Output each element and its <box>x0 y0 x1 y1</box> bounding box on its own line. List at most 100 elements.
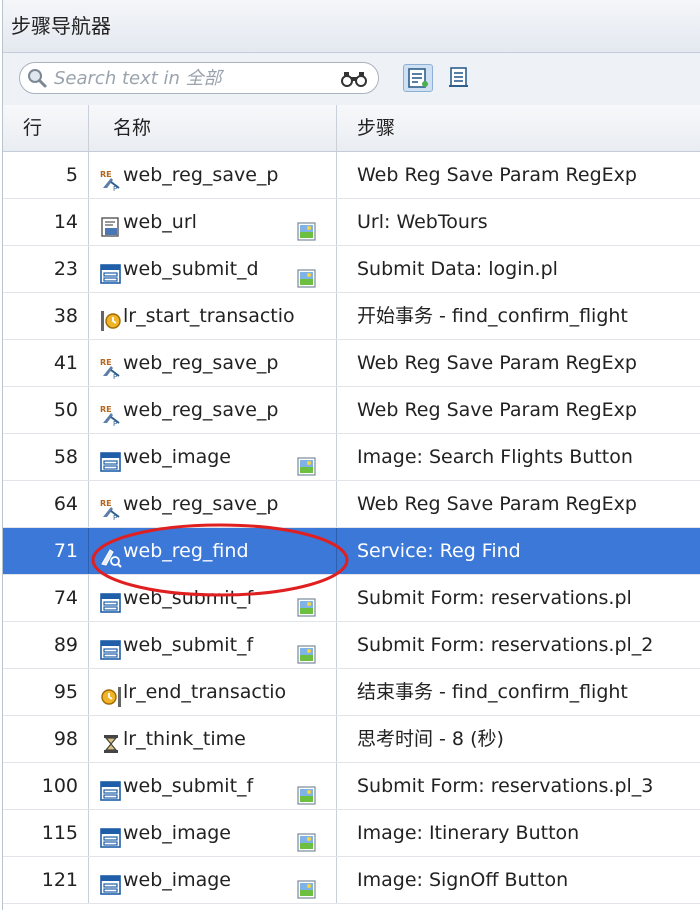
table-row[interactable]: 38 lr_start_transactio 开始事务 - find_confirm… <box>3 293 700 340</box>
column-header-line[interactable]: 行 <box>3 105 89 151</box>
table-row[interactable]: 64 RE Pweb_reg_save_p Web Reg Save Param Re… <box>3 481 700 528</box>
table-body: 5 RE Pweb_reg_save_p Web Reg Save Param Reg… <box>3 152 700 904</box>
row-step: Submit Form: reservations.pl_3 <box>357 775 654 797</box>
form-icon <box>99 257 123 284</box>
row-line-number: 50 <box>3 387 89 433</box>
end-transaction-icon <box>99 680 123 707</box>
form-icon <box>99 821 123 848</box>
table-row[interactable]: 98 lr_think_time 思考时间 - 8 (秒) <box>3 716 700 763</box>
row-line-number: 64 <box>3 481 89 527</box>
step-view-icon <box>408 68 428 88</box>
step-navigator-panel: 步骤导航器 Search text in 全部 行 名称 步骤 5 RE P w… <box>2 0 700 910</box>
row-line-number: 14 <box>3 199 89 245</box>
row-name: web_reg_save_p <box>123 493 279 515</box>
row-step: Image: Search Flights Button <box>357 446 633 468</box>
row-line-number: 38 <box>3 293 89 339</box>
row-name-cell: RE Pweb_reg_save_p <box>89 340 337 386</box>
row-name: web_image <box>123 446 231 468</box>
form-icon <box>99 633 123 660</box>
row-step: Image: Itinerary Button <box>357 822 580 844</box>
row-name-cell: RE Pweb_reg_save_p <box>89 152 337 198</box>
svg-text:RE: RE <box>100 499 112 508</box>
column-header-step[interactable]: 步骤 <box>337 105 700 151</box>
table-row[interactable]: 50 RE Pweb_reg_save_p Web Reg Save Param Re… <box>3 387 700 434</box>
table-row[interactable]: 23 web_submit_d Submit Data: login.pl <box>3 246 700 293</box>
svg-text:P: P <box>113 373 117 380</box>
row-name: web_reg_save_p <box>123 164 279 186</box>
table-row[interactable]: 71 web_reg_find Service: Reg Find <box>3 528 700 575</box>
row-name-cell: web_image <box>89 434 337 480</box>
toolbar <box>3 53 700 106</box>
table-row[interactable]: 58 web_image Image: Search Flights Button <box>3 434 700 481</box>
list-view-button[interactable] <box>445 64 475 92</box>
binoculars-icon[interactable] <box>340 69 368 89</box>
row-name-cell: RE Pweb_reg_save_p <box>89 387 337 433</box>
table-row[interactable]: 41 RE Pweb_reg_save_p Web Reg Save Param Re… <box>3 340 700 387</box>
start-transaction-icon <box>99 304 123 331</box>
reg-save-icon: RE P <box>99 163 123 193</box>
table-row[interactable]: 121 web_image Image: SignOff Button <box>3 857 700 904</box>
table-row[interactable]: 95 lr_end_transactio 结束事务 - find_confirm_f… <box>3 669 700 716</box>
row-step: Web Reg Save Param RegExp <box>357 399 637 421</box>
row-name: web_url <box>123 211 197 233</box>
row-step: Image: SignOff Button <box>357 869 569 891</box>
column-header-name[interactable]: 名称 <box>89 105 337 151</box>
row-step: Submit Data: login.pl <box>357 258 558 280</box>
table-row[interactable]: 89 web_submit_f Submit Form: reservations.… <box>3 622 700 669</box>
row-name-cell: web_submit_f <box>89 622 337 668</box>
resource-image-icon <box>297 777 317 805</box>
row-name-cell: web_submit_f <box>89 763 337 809</box>
table-row[interactable]: 14 web_url Url: WebTours <box>3 199 700 246</box>
form-icon <box>99 868 123 895</box>
row-name: web_image <box>123 869 231 891</box>
svg-text:P: P <box>113 185 117 192</box>
row-step: Submit Form: reservations.pl <box>357 587 632 609</box>
table-row[interactable]: 100 web_submit_f Submit Form: reservations… <box>3 763 700 810</box>
table-row[interactable]: 74 web_submit_f Submit Form: reservations.… <box>3 575 700 622</box>
table-row[interactable]: 5 RE Pweb_reg_save_p Web Reg Save Param Reg… <box>3 152 700 199</box>
row-line-number: 58 <box>3 434 89 480</box>
resource-image-icon <box>297 871 317 899</box>
svg-text:RE: RE <box>100 170 112 179</box>
row-step: 思考时间 - 8 (秒) <box>357 728 504 750</box>
row-line-number: 89 <box>3 622 89 668</box>
row-line-number: 41 <box>3 340 89 386</box>
row-name-cell: lr_think_time <box>89 716 337 762</box>
svg-text:P: P <box>113 514 117 521</box>
resource-image-icon <box>297 824 317 852</box>
table-row[interactable]: 115 web_image Image: Itinerary Button <box>3 810 700 857</box>
step-view-button[interactable] <box>403 64 433 92</box>
row-line-number: 74 <box>3 575 89 621</box>
row-line-number: 115 <box>3 810 89 856</box>
form-icon <box>99 445 123 472</box>
row-name: web_reg_save_p <box>123 399 279 421</box>
row-name: web_submit_f <box>123 634 254 656</box>
svg-text:RE: RE <box>100 358 112 367</box>
row-name: web_submit_f <box>123 587 254 609</box>
row-name: web_submit_d <box>123 258 259 280</box>
row-line-number: 5 <box>3 152 89 198</box>
resource-image-icon <box>297 636 317 664</box>
search-box[interactable] <box>19 62 379 94</box>
row-step: Web Reg Save Param RegExp <box>357 164 637 186</box>
row-line-number: 95 <box>3 669 89 715</box>
row-step: 开始事务 - find_confirm_flight <box>357 305 628 327</box>
search-input[interactable] <box>54 66 324 90</box>
resource-image-icon <box>297 260 317 288</box>
svg-text:P: P <box>113 420 117 427</box>
row-line-number: 71 <box>3 528 89 574</box>
row-step: Web Reg Save Param RegExp <box>357 493 637 515</box>
row-step: Web Reg Save Param RegExp <box>357 352 637 374</box>
row-step: Submit Form: reservations.pl_2 <box>357 634 654 656</box>
row-step: Url: WebTours <box>357 211 488 233</box>
row-name-cell: web_submit_f <box>89 575 337 621</box>
reg-find-icon <box>99 539 123 568</box>
resource-image-icon <box>297 213 317 241</box>
row-name: web_submit_f <box>123 775 254 797</box>
url-icon <box>99 210 123 237</box>
row-name-cell: web_url <box>89 199 337 245</box>
row-step: Service: Reg Find <box>357 540 521 562</box>
row-line-number: 121 <box>3 857 89 903</box>
steps-table: 行 名称 步骤 5 RE Pweb_reg_save_p Web Reg Save P… <box>3 105 700 904</box>
svg-text:RE: RE <box>100 405 112 414</box>
